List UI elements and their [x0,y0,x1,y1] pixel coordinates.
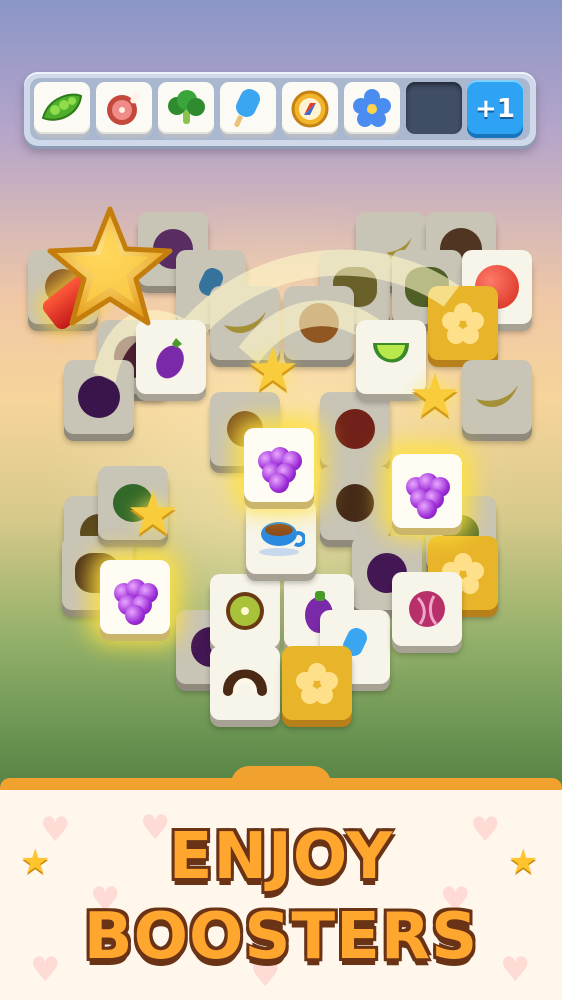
ham-icon [107,92,140,125]
board-tile[interactable] [246,500,316,574]
slot-broccoli [158,82,214,134]
banner-title-line2: BOOSTERS [83,900,479,974]
flying-star-icon: ★ [246,335,300,405]
grape-icon [108,573,162,625]
eggplant-icon [156,338,184,379]
slot-popsicle [220,82,276,134]
slot-flower [344,82,400,134]
highlighted-grape-tile[interactable] [244,428,314,502]
highlighted-grape-tile[interactable] [100,560,170,634]
slot-empty [406,82,462,134]
slot-peas [34,82,90,134]
banner-title-line1: ENJOY [168,820,394,894]
tile-slot-bar: +1 [24,72,536,146]
grape-icon [400,467,454,519]
flying-star-icon: ★ [126,479,180,549]
coffee-cup-icon [259,522,305,556]
peas-icon [41,93,83,121]
board-tile[interactable] [392,572,462,646]
add-slot-button[interactable]: +1 [467,80,523,138]
red-cabbage-icon [409,591,445,627]
highlighted-grape-tile[interactable] [392,454,462,528]
popsicle-icon [234,89,261,128]
lime-icon [373,343,409,363]
magic-wand-icon[interactable] [44,205,176,333]
blue-flower-icon [353,89,391,127]
flying-star-icon: ★ [408,361,462,431]
grape-icon [252,441,306,493]
compass-icon [291,90,329,128]
broccoli-icon [168,90,205,124]
slot-ham [96,82,152,134]
slot-compass [282,82,338,134]
